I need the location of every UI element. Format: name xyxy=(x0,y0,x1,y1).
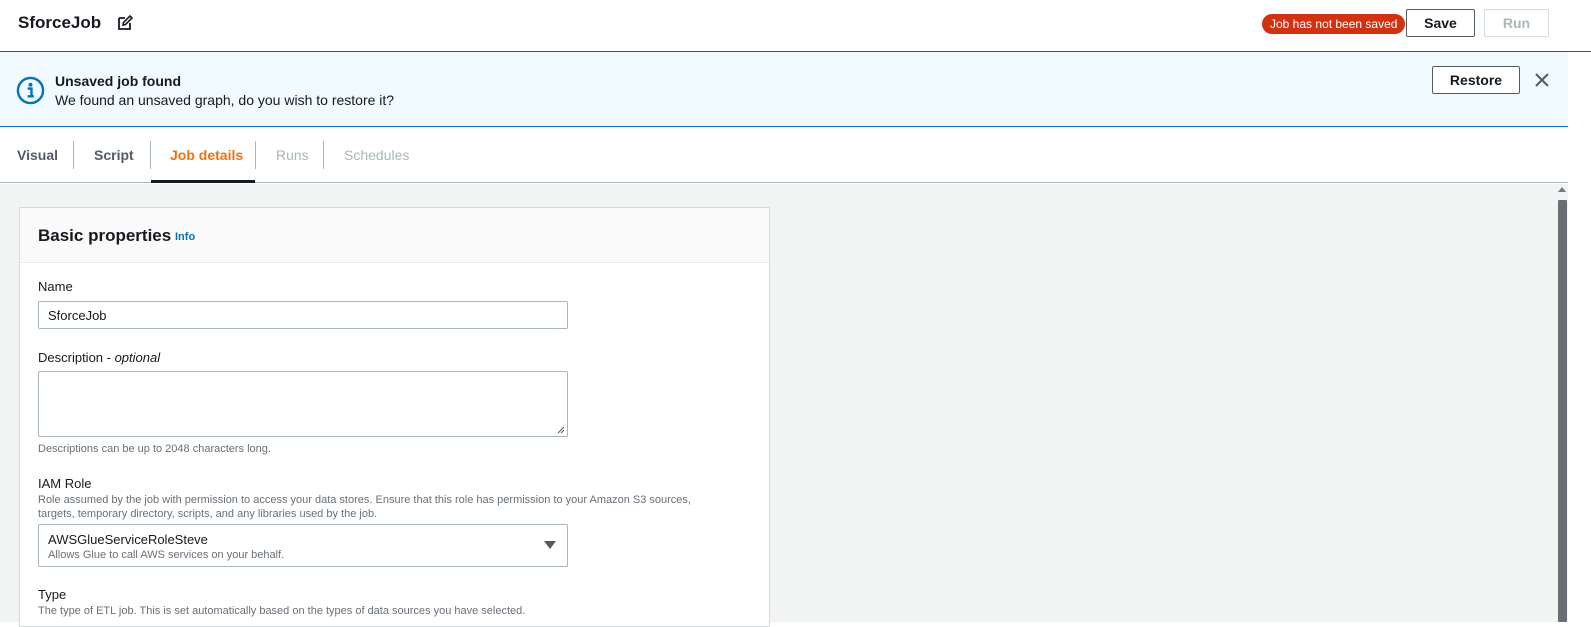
flash-message: We found an unsaved graph, do you wish t… xyxy=(55,92,395,108)
save-button[interactable]: Save xyxy=(1406,9,1475,37)
iam-role-label: IAM Role xyxy=(38,476,92,491)
restore-button[interactable]: Restore xyxy=(1432,66,1520,94)
info-link[interactable]: Info xyxy=(175,231,195,243)
tab-script[interactable]: Script xyxy=(94,127,134,182)
flash-title: Unsaved job found xyxy=(55,73,181,89)
edit-icon[interactable] xyxy=(117,15,133,31)
status-badge: Job has not been saved xyxy=(1262,14,1406,34)
tab-job-details[interactable]: Job details xyxy=(151,127,255,183)
tab-divider xyxy=(73,141,74,169)
close-icon[interactable] xyxy=(1534,72,1550,88)
tab-schedules[interactable]: Schedules xyxy=(344,127,409,182)
name-label: Name xyxy=(38,279,73,294)
run-button[interactable]: Run xyxy=(1484,9,1549,37)
caret-down-icon xyxy=(544,541,556,549)
basic-properties-panel: Basic properties Info Name Description -… xyxy=(19,207,770,627)
job-tabs: Visual Script Job details Runs Schedules xyxy=(0,127,1568,183)
job-title: SforceJob xyxy=(18,13,102,32)
type-label: Type xyxy=(38,587,67,602)
job-header: SforceJob Job has not been saved Save Ru… xyxy=(0,0,1591,52)
panel-header: Basic properties Info xyxy=(20,208,769,263)
scroll-up-icon[interactable] xyxy=(1558,187,1566,192)
iam-role-hint-line1: Role assumed by the job with permission … xyxy=(38,494,691,506)
description-textarea[interactable] xyxy=(38,371,568,437)
resize-grip-icon[interactable] xyxy=(557,426,565,434)
info-circle-icon xyxy=(16,76,45,105)
unsaved-job-flashbar: Unsaved job found We found an unsaved gr… xyxy=(0,52,1568,127)
iam-role-hint-line2: targets, temporary directory, scripts, a… xyxy=(38,508,378,520)
description-hint: Descriptions can be up to 2048 character… xyxy=(38,443,271,455)
tab-visual[interactable]: Visual xyxy=(17,127,58,182)
tab-divider xyxy=(323,141,324,169)
description-label: Description - optional xyxy=(38,350,161,365)
tab-divider xyxy=(255,141,256,169)
type-hint: The type of ETL job. This is set automat… xyxy=(38,605,526,617)
iam-role-selected-value: AWSGlueServiceRoleSteve xyxy=(48,532,208,547)
scrollbar-thumb[interactable] xyxy=(1558,200,1567,622)
panel-title: Basic properties xyxy=(38,226,172,245)
iam-role-selected-desc: Allows Glue to call AWS services on your… xyxy=(48,549,285,561)
iam-role-select[interactable]: AWSGlueServiceRoleSteve Allows Glue to c… xyxy=(38,524,568,567)
tab-runs[interactable]: Runs xyxy=(276,127,309,182)
name-input[interactable] xyxy=(38,301,568,329)
